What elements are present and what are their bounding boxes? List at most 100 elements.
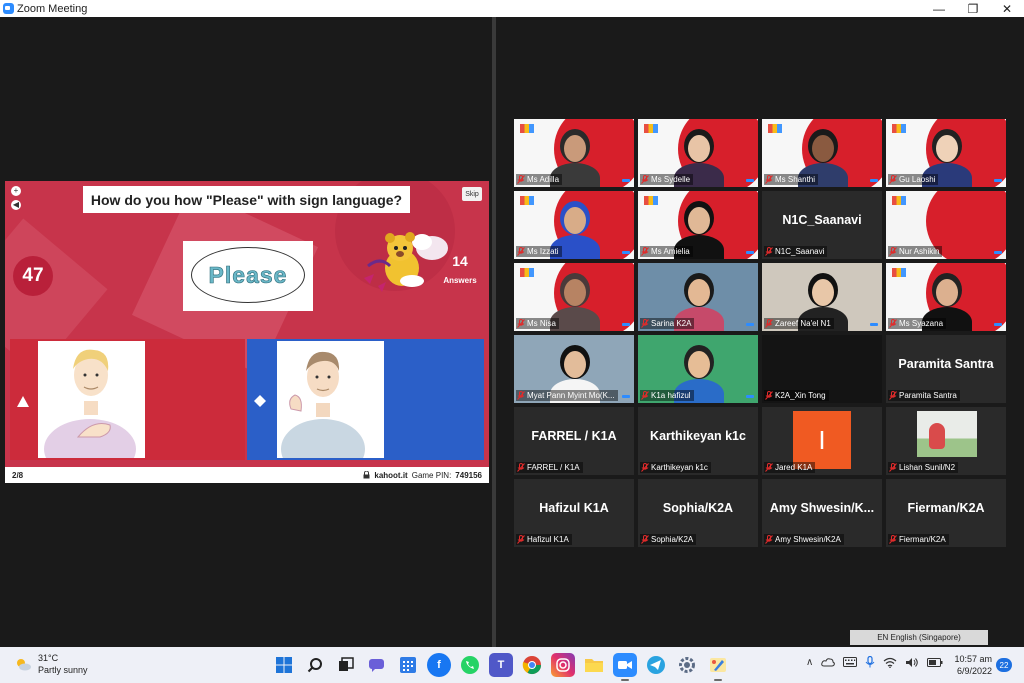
participant-name: K1a hafizul: [651, 391, 691, 400]
participant-name: Hafizul K1A: [527, 535, 569, 544]
expand-icon[interactable]: +: [11, 186, 21, 196]
question-text: How do you how "Please" with sign langua…: [83, 186, 410, 213]
participant-tile[interactable]: Ms Sydelle: [638, 119, 758, 187]
task-view-icon[interactable]: [334, 653, 358, 677]
window-titlebar: Zoom Meeting — ❐ ✕: [0, 0, 1024, 17]
participant-tile[interactable]: Fierman/K2A Fierman/K2A: [886, 479, 1006, 547]
participant-tile[interactable]: Lishan Sunil/N2: [886, 407, 1006, 475]
volume-icon[interactable]: [905, 657, 919, 668]
participant-tile[interactable]: Ms Nisa: [514, 263, 634, 331]
gallery-view: [496, 17, 1024, 647]
microphone-icon[interactable]: [865, 656, 875, 668]
video-indicator: [746, 323, 754, 326]
start-icon[interactable]: [272, 653, 296, 677]
participant-name: Zareef Na'el N1: [775, 319, 831, 328]
school-logo-icon: [892, 196, 906, 205]
mic-muted-icon: [765, 391, 773, 400]
sign-please-image: [38, 341, 145, 479]
restore-button[interactable]: ❐: [956, 0, 990, 17]
participant-tile[interactable]: Ms Adilla: [514, 119, 634, 187]
calendar-app-icon[interactable]: [396, 653, 420, 677]
onedrive-cloud-icon[interactable]: [821, 657, 836, 667]
taskbar-clock[interactable]: 10:57 am 6/9/2022: [950, 653, 992, 677]
participant-name-bar: Karthikeyan k1c: [640, 462, 711, 473]
notification-badge[interactable]: 22: [996, 658, 1012, 672]
participant-tile[interactable]: N1C_Saanavi N1C_Saanavi: [762, 191, 882, 259]
profile-picture: [917, 411, 977, 457]
participant-tile[interactable]: Sophia/K2A Sophia/K2A: [638, 479, 758, 547]
participant-name: Ms Shanthi: [775, 175, 816, 184]
paint-app-icon[interactable]: [706, 653, 730, 681]
mic-muted-icon: [641, 463, 649, 472]
zoom-icon[interactable]: [613, 653, 637, 681]
whatsapp-icon[interactable]: [458, 653, 482, 677]
participant-tile[interactable]: K2A_Xin Tong: [762, 335, 882, 403]
question-image: Please: [183, 241, 313, 311]
instagram-icon[interactable]: [551, 653, 575, 677]
slide-footer: 2/8 kahoot.it Game PIN: 749156: [5, 467, 489, 483]
participant-tile[interactable]: Hafizul K1A Hafizul K1A: [514, 479, 634, 547]
mic-muted-icon: [765, 535, 773, 544]
show-hidden-icons-chevron-icon[interactable]: ∧: [806, 657, 813, 668]
keyboard-icon[interactable]: [843, 657, 858, 667]
participant-tile[interactable]: Ms Amielia: [638, 191, 758, 259]
search-icon[interactable]: [303, 653, 327, 677]
participant-tile[interactable]: Amy Shwesin/K... Amy Shwesin/K2A: [762, 479, 882, 547]
participant-tile[interactable]: Gu Laoshi: [886, 119, 1006, 187]
school-logo-icon: [520, 196, 534, 205]
game-pin: kahoot.it Game PIN: 749156: [363, 471, 482, 480]
participant-name-bar: Lishan Sunil/N2: [888, 462, 959, 473]
battery-icon[interactable]: [927, 657, 943, 667]
participant-name: Ms Syazana: [899, 319, 944, 328]
answer-option-red[interactable]: [10, 339, 245, 479]
facebook-icon[interactable]: f: [427, 653, 451, 677]
participant-tile[interactable]: Ms Shanthi: [762, 119, 882, 187]
participant-tile[interactable]: FARREL / K1A FARREL / K1A: [514, 407, 634, 475]
back-icon[interactable]: ◀: [11, 200, 21, 210]
skip-button[interactable]: Skip: [462, 187, 482, 201]
file-explorer-icon[interactable]: [582, 653, 606, 677]
participant-tile[interactable]: I Jared K1A: [762, 407, 882, 475]
participant-name: Ms Sydelle: [651, 175, 691, 184]
chrome-icon[interactable]: [520, 653, 544, 677]
participant-tile[interactable]: Paramita Santra Paramita Santra: [886, 335, 1006, 403]
settings-gear-icon[interactable]: [675, 653, 699, 677]
pin-value: 749156: [455, 470, 482, 480]
participant-tile[interactable]: K1a hafizul: [638, 335, 758, 403]
chat-icon[interactable]: [365, 653, 389, 677]
minimize-button[interactable]: —: [922, 0, 956, 17]
participant-tile[interactable]: Ms Syazana: [886, 263, 1006, 331]
telegram-icon[interactable]: [644, 653, 668, 677]
participant-name: K2A_Xin Tong: [775, 391, 826, 400]
participant-name-bar: Ms Shanthi: [764, 174, 819, 185]
participant-name: Sophia/K2A: [651, 535, 694, 544]
language-bar[interactable]: EN English (Singapore): [850, 630, 988, 645]
participant-name-bar: Ms Sydelle: [640, 174, 694, 185]
wifi-icon[interactable]: [883, 657, 897, 668]
participant-tile[interactable]: Karthikeyan k1c Karthikeyan k1c: [638, 407, 758, 475]
participant-tile[interactable]: Zareef Na'el N1: [762, 263, 882, 331]
teams-icon[interactable]: T: [489, 653, 513, 677]
weather-temp: 31°C: [38, 653, 59, 663]
weather-widget[interactable]: 31°C Partly sunny: [14, 652, 88, 676]
participant-display-name: FARREL / K1A: [531, 429, 617, 443]
participant-tile[interactable]: Ms Izzati: [514, 191, 634, 259]
answer-option-blue[interactable]: [247, 339, 484, 479]
participant-name-bar: Nur Ashikin: [888, 246, 943, 257]
participant-tile[interactable]: Sarina K2A: [638, 263, 758, 331]
mic-muted-icon: [889, 319, 897, 328]
close-button[interactable]: ✕: [990, 0, 1024, 17]
participant-name: Fierman/K2A: [899, 535, 946, 544]
mic-muted-icon: [641, 247, 649, 256]
mic-muted-icon: [889, 247, 897, 256]
clock-time: 10:57 am: [954, 654, 992, 664]
mic-muted-icon: [517, 463, 525, 472]
participant-tile[interactable]: Myat Pann Myint Mo(K...: [514, 335, 634, 403]
participant-tile[interactable]: Nur Ashikin: [886, 191, 1006, 259]
participant-name: Nur Ashikin: [899, 247, 940, 256]
mic-muted-icon: [765, 175, 773, 184]
video-indicator: [994, 251, 1002, 254]
participant-display-name: Fierman/K2A: [907, 501, 985, 515]
video-indicator: [994, 323, 1002, 326]
mic-muted-icon: [889, 175, 897, 184]
